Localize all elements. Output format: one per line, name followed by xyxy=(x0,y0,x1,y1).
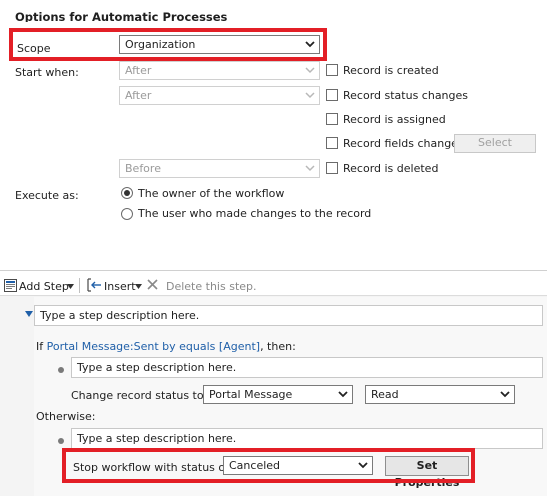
execute-user-radio[interactable] xyxy=(121,208,133,220)
record-fields-change-checkbox[interactable] xyxy=(326,137,338,149)
record-fields-change-label: Record fields change xyxy=(343,137,458,150)
start-before-select[interactable]: Before xyxy=(119,159,320,178)
record-status-changes-checkbox[interactable] xyxy=(326,89,338,101)
add-step-icon xyxy=(4,279,17,292)
select-fields-button[interactable]: Select xyxy=(454,134,536,153)
condition-link[interactable]: Portal Message:Sent by equals [Agent] xyxy=(47,340,260,353)
then-suffix: , then: xyxy=(260,340,296,353)
step-description-input-3[interactable]: Type a step description here. xyxy=(71,428,543,449)
record-status-changes-label: Record status changes xyxy=(343,89,469,102)
start-after-select-1[interactable]: After xyxy=(119,61,320,80)
stop-workflow-highlight xyxy=(62,448,475,483)
start-after-select-2[interactable]: After xyxy=(119,86,320,105)
start-before-value: Before xyxy=(125,162,161,175)
record-assigned-label: Record is assigned xyxy=(343,113,446,126)
execute-user-label: The user who made changes to the record xyxy=(138,207,372,220)
step-description-input-2[interactable]: Type a step description here. xyxy=(71,357,543,378)
add-step-label[interactable]: Add Step xyxy=(19,280,69,293)
toolbar-divider xyxy=(79,278,80,293)
record-assigned-checkbox[interactable] xyxy=(326,113,338,125)
collapse-triangle-icon[interactable] xyxy=(25,311,33,317)
insert-label[interactable]: Insert xyxy=(104,280,136,293)
if-condition-line: If Portal Message:Sent by equals [Agent]… xyxy=(36,340,296,353)
step-bullet xyxy=(58,438,64,444)
execute-as-label: Execute as: xyxy=(15,189,79,202)
record-created-label: Record is created xyxy=(343,64,439,77)
options-heading: Options for Automatic Processes xyxy=(15,10,228,22)
otherwise-label: Otherwise: xyxy=(36,410,96,423)
start-after-value-2: After xyxy=(125,89,152,102)
record-deleted-label: Record is deleted xyxy=(343,162,439,175)
chevron-down-icon xyxy=(500,391,510,398)
step-toolbar xyxy=(0,270,547,296)
start-after-value-1: After xyxy=(125,64,152,77)
chevron-down-icon xyxy=(305,165,315,172)
insert-icon[interactable] xyxy=(87,278,103,292)
step-description-input[interactable]: Type a step description here. xyxy=(34,305,543,326)
chevron-down-icon xyxy=(338,391,348,398)
execute-owner-radio[interactable] xyxy=(121,187,133,199)
if-prefix: If xyxy=(36,340,44,353)
change-status-value-select[interactable]: Read xyxy=(365,385,515,404)
chevron-down-icon xyxy=(305,92,315,99)
chevron-down-icon xyxy=(305,67,315,74)
record-deleted-checkbox[interactable] xyxy=(326,162,338,174)
execute-owner-label: The owner of the workflow xyxy=(138,187,285,200)
change-status-entity-value: Portal Message xyxy=(209,388,293,401)
start-when-label: Start when: xyxy=(15,66,79,79)
delete-x-icon[interactable] xyxy=(147,279,158,290)
change-status-value: Read xyxy=(371,388,399,401)
record-created-checkbox[interactable] xyxy=(326,64,338,76)
change-status-label: Change record status to: xyxy=(71,389,208,402)
scope-highlight xyxy=(9,28,327,61)
step-bullet xyxy=(58,367,64,373)
caret-down-icon[interactable] xyxy=(67,284,74,289)
delete-step-label[interactable]: Delete this step. xyxy=(166,280,257,293)
change-status-entity-select[interactable]: Portal Message xyxy=(203,385,353,404)
caret-down-icon[interactable] xyxy=(135,284,142,289)
